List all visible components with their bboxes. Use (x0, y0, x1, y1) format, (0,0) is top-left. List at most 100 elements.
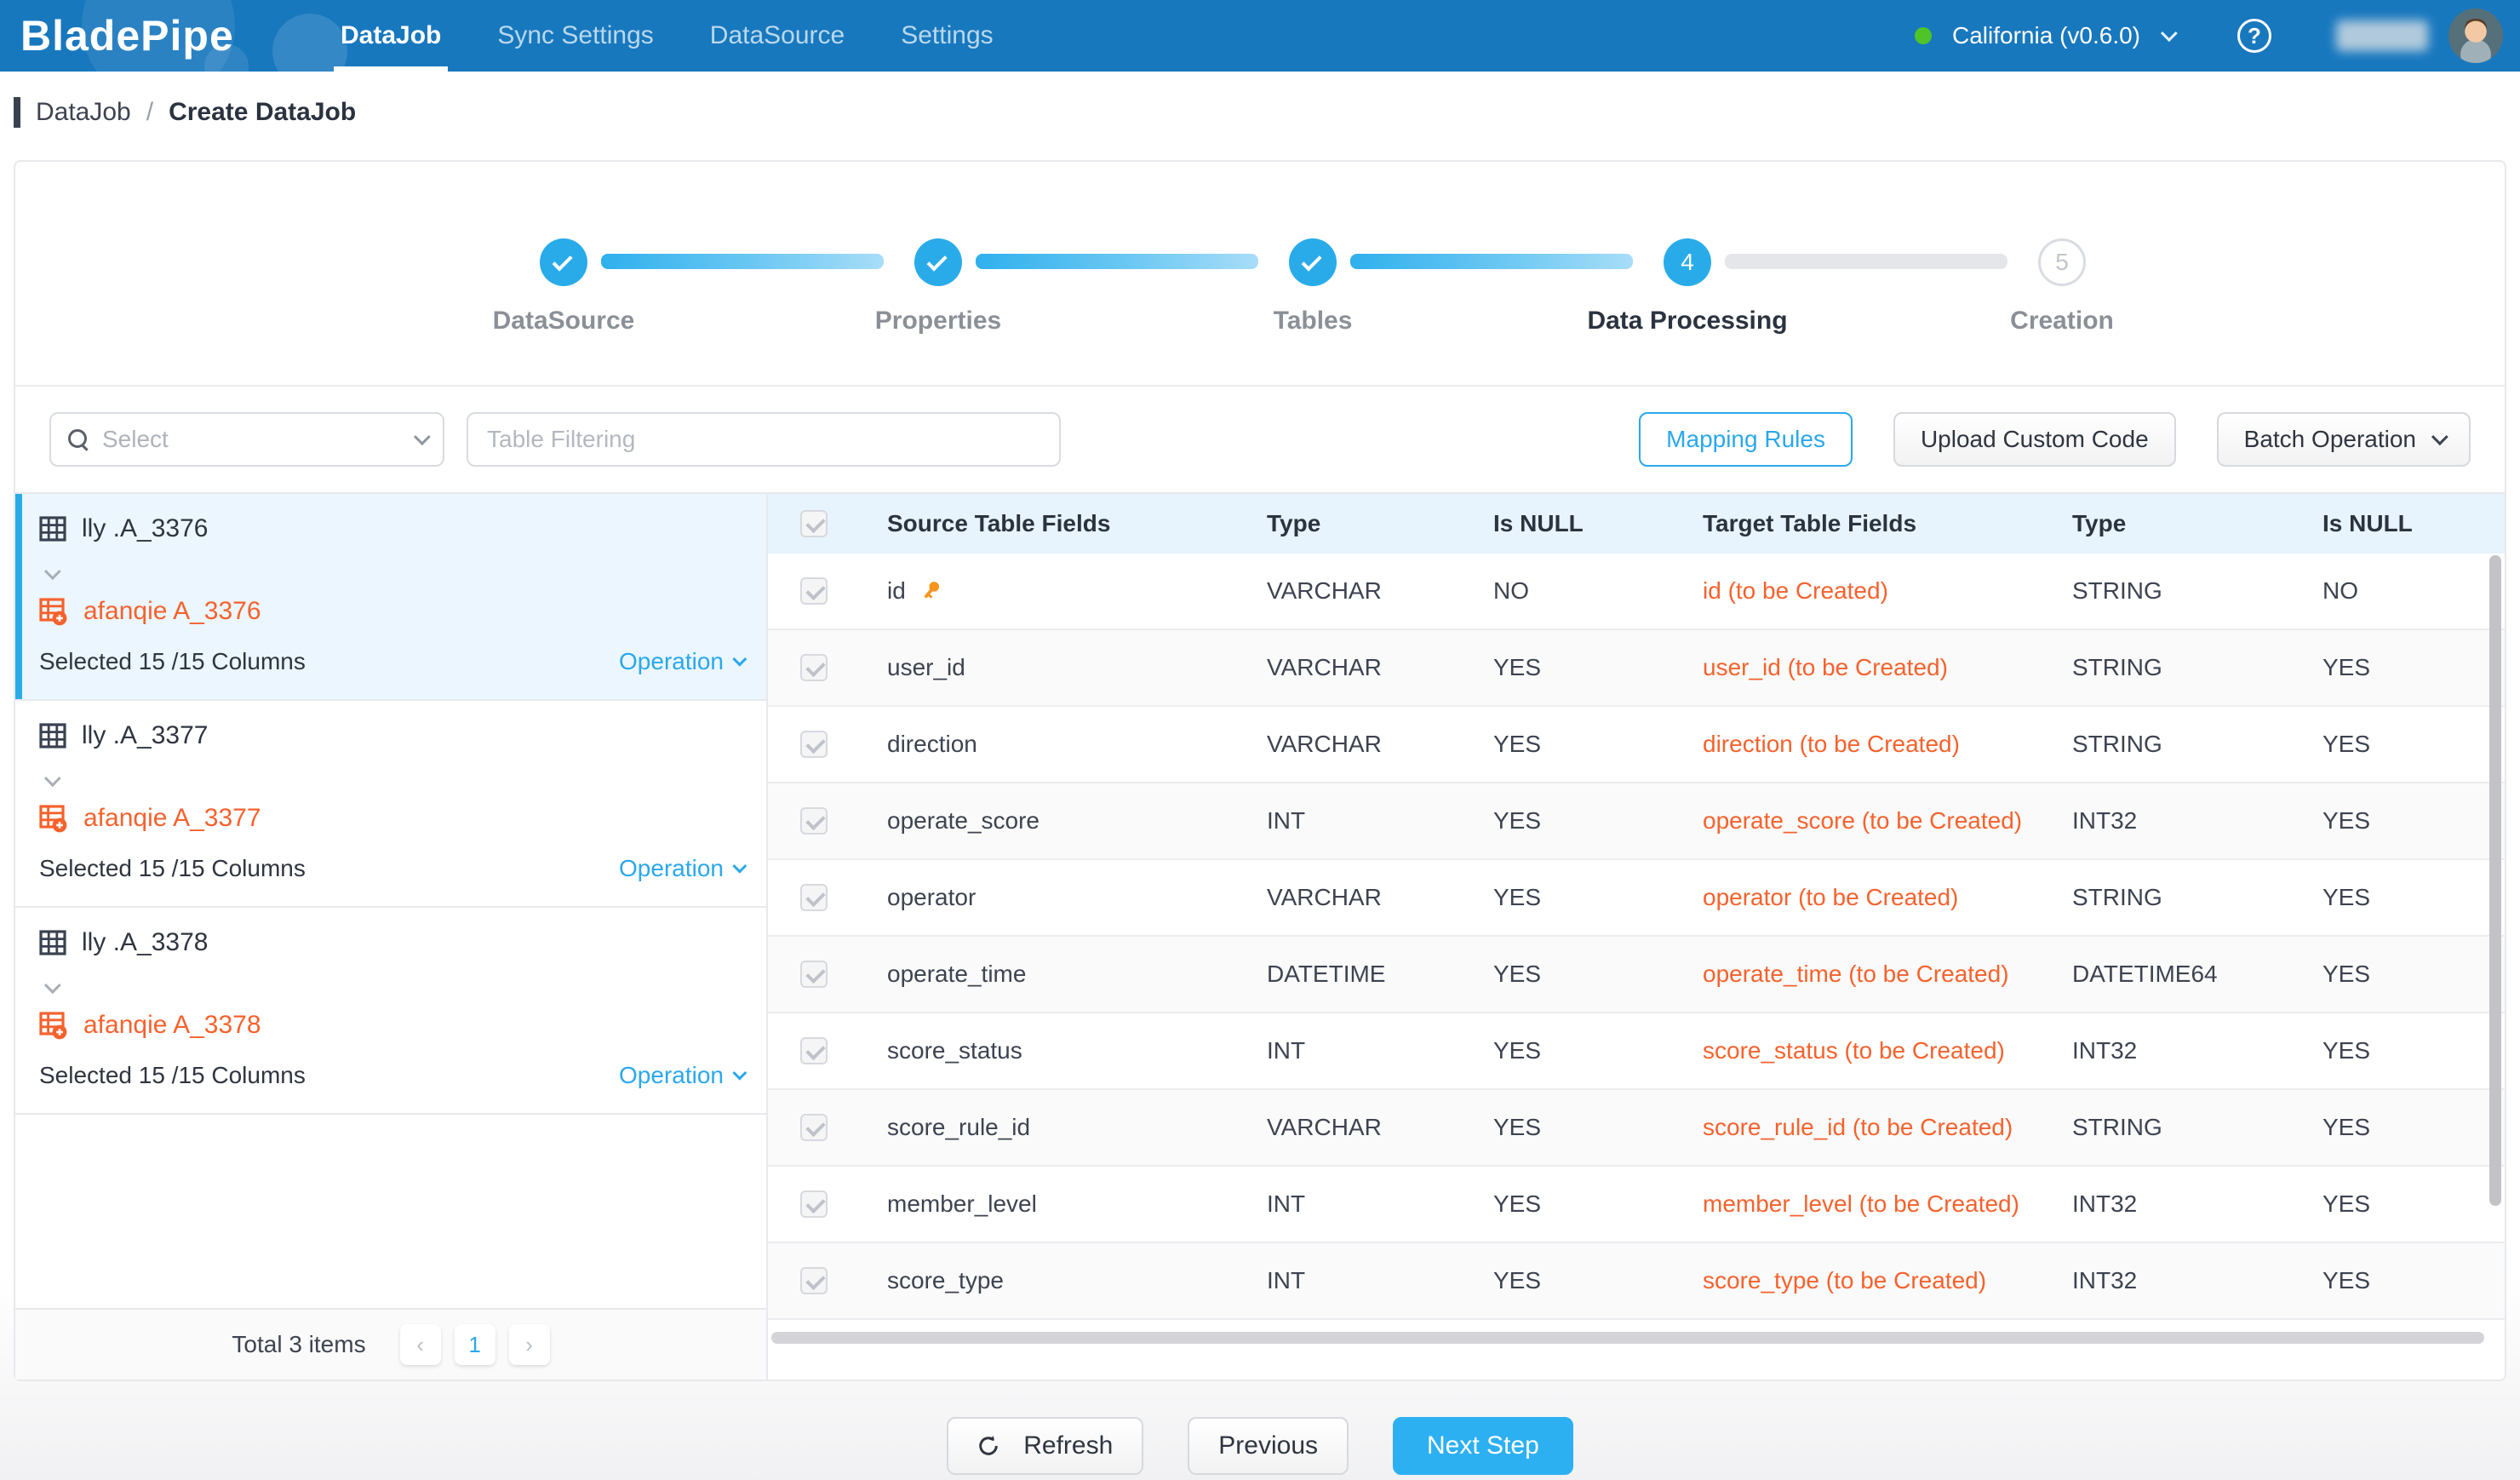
refresh-icon (977, 1435, 999, 1457)
target-isnull-cell: YES (2295, 1013, 2505, 1090)
source-field-name: member_level (887, 1188, 1037, 1220)
step-circle-tables (1289, 238, 1337, 286)
username-blurred (2336, 20, 2428, 51)
horizontal-scrollbar[interactable] (771, 1332, 2484, 1344)
step-circle-properties (914, 238, 962, 286)
table-list-pagination: Total 3 items ‹ 1 › (15, 1308, 766, 1380)
col-header-type: Type (1240, 494, 1466, 554)
select-all-checkbox[interactable] (800, 510, 828, 537)
row-checkbox[interactable] (800, 884, 828, 911)
row-checkbox[interactable] (800, 1037, 828, 1064)
batch-operation-label: Batch Operation (2244, 426, 2416, 453)
next-page-button[interactable]: › (509, 1324, 550, 1365)
step-connector (1350, 254, 1633, 269)
nav-item-datajob[interactable]: DataJob (341, 0, 441, 72)
breadcrumb-parent[interactable]: DataJob (36, 98, 131, 127)
upload-custom-code-button[interactable]: Upload Custom Code (1893, 412, 2176, 467)
chevron-down-icon[interactable] (44, 977, 61, 994)
page-number-button[interactable]: 1 (455, 1324, 495, 1365)
source-type-cell: INT (1240, 783, 1466, 860)
refresh-button[interactable]: Refresh (947, 1417, 1143, 1475)
row-checkbox[interactable] (800, 1267, 828, 1294)
wizard-footer: Refresh Previous Next Step (0, 1417, 2520, 1475)
help-icon[interactable]: ? (2237, 19, 2271, 53)
row-checkbox[interactable] (800, 961, 828, 988)
row-checkbox[interactable] (800, 654, 828, 681)
vertical-scrollbar[interactable] (2489, 555, 2501, 1206)
chevron-down-icon (2431, 428, 2448, 445)
source-field-cell: score_status (860, 1013, 1240, 1090)
row-checkbox[interactable] (800, 577, 828, 605)
table-list-item[interactable]: lly .A_3376 afanqie A_3376 Selected 15 /… (15, 494, 766, 701)
source-isnull-cell: YES (1466, 630, 1675, 707)
table-filter-input[interactable] (467, 412, 1061, 467)
row-checkbox-cell (768, 630, 860, 707)
target-field-cell: user_id (to be Created) (1675, 630, 2045, 707)
check-icon (1302, 251, 1322, 272)
step-circle-creation: 5 (2038, 238, 2086, 286)
target-type-cell: STRING (2045, 1090, 2295, 1167)
table-icon (39, 929, 66, 956)
batch-operation-button[interactable]: Batch Operation (2217, 412, 2471, 467)
table-list-item[interactable]: lly .A_3378 afanqie A_3378 Selected 15 /… (15, 908, 766, 1115)
previous-button[interactable]: Previous (1188, 1417, 1349, 1475)
chevron-down-icon[interactable] (44, 563, 61, 580)
primary-key-icon (918, 578, 943, 604)
chevron-down-icon (732, 859, 747, 874)
target-type-cell: STRING (2045, 707, 2295, 783)
row-checkbox[interactable] (800, 731, 828, 758)
source-field-cell: direction (860, 707, 1240, 783)
target-isnull-cell: YES (2295, 783, 2505, 860)
source-field-name: score_status (887, 1035, 1022, 1067)
create-datajob-card: 4 5 DataSource Properties Tables Data Pr… (14, 160, 2506, 1381)
operation-link[interactable]: Operation (619, 855, 742, 882)
table-row: operatorVARCHARYESoperator (to be Create… (768, 860, 2505, 937)
check-icon (927, 251, 948, 272)
total-items-text: Total 3 items (232, 1331, 365, 1358)
operation-link[interactable]: Operation (619, 1062, 742, 1089)
source-field-cell: operate_time (860, 937, 1240, 1013)
app-logo: BladePipe (20, 11, 276, 60)
nav-item-settings[interactable]: Settings (901, 0, 993, 72)
step-connector (976, 254, 1258, 269)
operation-link[interactable]: Operation (619, 648, 742, 675)
source-type-cell: INT (1240, 1243, 1466, 1320)
status-dot-icon (1915, 27, 1932, 44)
chevron-down-icon[interactable] (2161, 25, 2178, 42)
top-navbar: BladePipe DataJob Sync Settings DataSour… (0, 0, 2520, 72)
target-isnull-cell: YES (2295, 630, 2505, 707)
source-field-name: score_rule_id (887, 1111, 1030, 1144)
table-list-item[interactable]: lly .A_3377 afanqie A_3377 Selected 15 /… (15, 701, 766, 908)
avatar[interactable] (2448, 9, 2503, 63)
step-label-properties: Properties (802, 307, 1074, 336)
environment-label[interactable]: California (v0.6.0) (1952, 22, 2140, 49)
chevron-down-icon[interactable] (44, 770, 61, 787)
source-type-cell: INT (1240, 1167, 1466, 1243)
operation-label: Operation (619, 1062, 724, 1089)
row-checkbox[interactable] (800, 807, 828, 835)
next-step-button[interactable]: Next Step (1393, 1417, 1573, 1475)
select-dropdown[interactable]: Select (49, 412, 444, 467)
breadcrumb-bar (14, 97, 20, 128)
row-checkbox-cell (768, 1013, 860, 1090)
operation-label: Operation (619, 855, 724, 882)
target-isnull-cell: YES (2295, 707, 2505, 783)
fields-table-body: idVARCHARNOid (to be Created)STRINGNOuse… (768, 554, 2505, 1339)
selected-columns-text: Selected 15 /15 Columns (39, 1062, 306, 1089)
selected-columns-text: Selected 15 /15 Columns (39, 855, 306, 882)
target-field-cell: score_status (to be Created) (1675, 1013, 2045, 1090)
refresh-label: Refresh (1023, 1431, 1113, 1460)
step-label-tables: Tables (1177, 307, 1449, 336)
source-table-name: lly .A_3377 (82, 721, 208, 750)
nav-item-sync-settings[interactable]: Sync Settings (497, 0, 653, 72)
row-checkbox-cell (768, 937, 860, 1013)
prev-page-button[interactable]: ‹ (400, 1324, 441, 1365)
source-isnull-cell: YES (1466, 1090, 1675, 1167)
mapping-rules-button[interactable]: Mapping Rules (1639, 412, 1853, 467)
row-checkbox[interactable] (800, 1190, 828, 1218)
row-checkbox[interactable] (800, 1114, 828, 1141)
nav-item-datasource[interactable]: DataSource (710, 0, 845, 72)
source-type-cell: VARCHAR (1240, 1090, 1466, 1167)
table-row: idVARCHARNOid (to be Created)STRINGNO (768, 554, 2505, 630)
col-header-is-null: Is NULL (1466, 494, 1675, 554)
